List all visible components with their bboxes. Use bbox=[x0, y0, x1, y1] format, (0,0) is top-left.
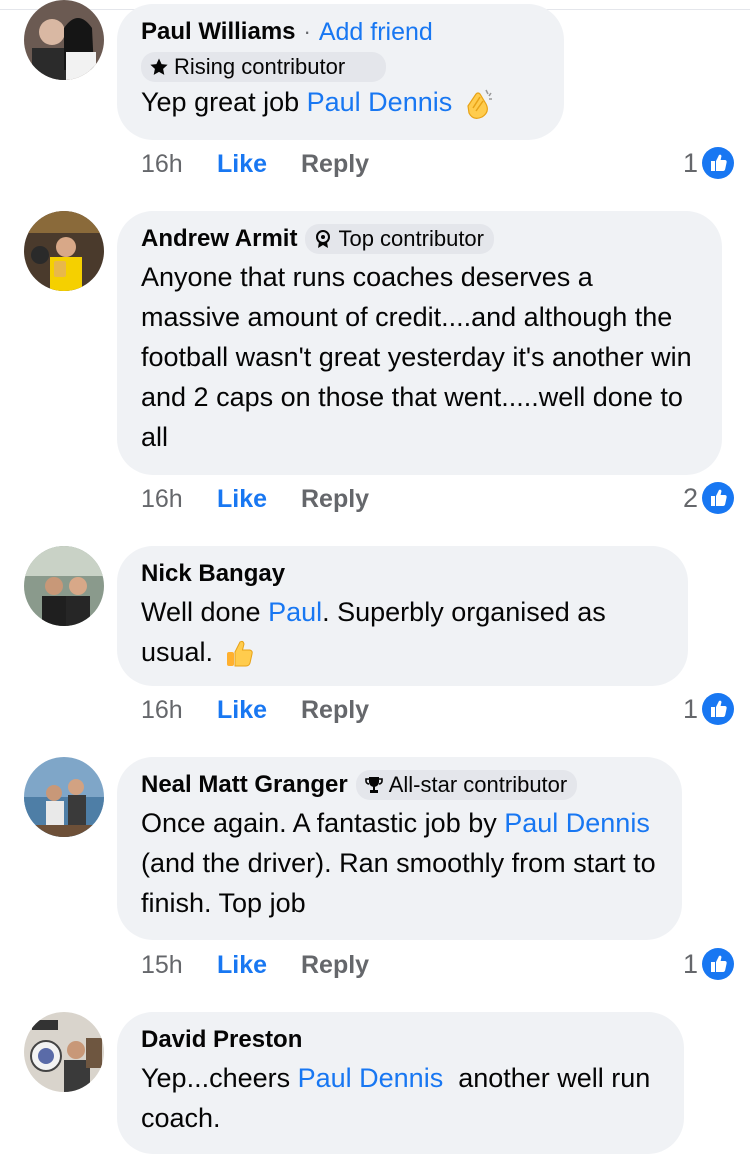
author-name[interactable]: Andrew Armit bbox=[141, 225, 297, 253]
reaction-count: 1 bbox=[682, 693, 698, 724]
clapping-hands-emoji bbox=[460, 86, 496, 122]
reply-button[interactable]: Reply bbox=[301, 696, 369, 725]
badge-label: All-star contributor bbox=[388, 772, 568, 797]
like-button[interactable]: Like bbox=[217, 951, 301, 980]
reaction-summary[interactable]: 2 bbox=[683, 482, 734, 514]
reply-button[interactable]: Reply bbox=[301, 150, 369, 179]
comment-actions: 16h Like Reply bbox=[141, 150, 369, 179]
comment-text: Yep great job Paul Dennis bbox=[141, 82, 540, 122]
author-name[interactable]: Paul Williams bbox=[141, 18, 296, 46]
avatar[interactable] bbox=[24, 0, 104, 80]
author-name[interactable]: Nick Bangay bbox=[141, 560, 285, 588]
like-reaction-icon bbox=[702, 147, 734, 179]
separator-dot: · bbox=[303, 19, 311, 44]
award-icon bbox=[316, 230, 331, 248]
comment-actions: 15h Like Reply bbox=[141, 951, 369, 980]
avatar[interactable] bbox=[24, 1012, 104, 1092]
comment-bubble: Nick Bangay Well done Paul. Superbly org… bbox=[117, 546, 688, 686]
timestamp[interactable]: 16h bbox=[141, 150, 217, 179]
badge-label: Top contributor bbox=[338, 226, 484, 251]
contributor-badge: Top contributor bbox=[305, 224, 494, 254]
avatar[interactable] bbox=[24, 211, 104, 291]
mention-link[interactable]: Paul bbox=[268, 597, 322, 627]
contributor-badge: Rising contributor bbox=[141, 52, 386, 82]
reaction-summary[interactable]: 1 bbox=[683, 147, 734, 179]
timestamp[interactable]: 16h bbox=[141, 485, 217, 514]
author-name[interactable]: Neal Matt Granger bbox=[141, 771, 348, 799]
avatar[interactable] bbox=[24, 757, 104, 837]
comment-actions: 16h Like Reply bbox=[141, 696, 369, 725]
like-button[interactable]: Like bbox=[217, 150, 301, 179]
add-friend-link[interactable]: Add friend bbox=[319, 18, 433, 47]
comment-actions: 16h Like Reply bbox=[141, 485, 369, 514]
author-name[interactable]: David Preston bbox=[141, 1026, 302, 1054]
badge-label: Rising contributor bbox=[174, 54, 346, 79]
timestamp[interactable]: 16h bbox=[141, 696, 217, 725]
mention-link[interactable]: Paul Dennis bbox=[298, 1063, 444, 1093]
reaction-count: 1 bbox=[682, 948, 698, 979]
reaction-count: 1 bbox=[682, 147, 698, 178]
comment-bubble: Andrew Armit Top contributor Anyone that… bbox=[117, 211, 722, 475]
comment-text: Anyone that runs coaches deserves a mass… bbox=[141, 262, 692, 452]
reaction-summary[interactable]: 1 bbox=[683, 693, 734, 725]
comment-text: Yep...cheers Paul Dennis another well ru… bbox=[141, 1063, 658, 1133]
trophy-icon bbox=[364, 777, 383, 793]
like-button[interactable]: Like bbox=[217, 696, 301, 725]
like-reaction-icon bbox=[702, 482, 734, 514]
comment-bubble: David Preston Yep...cheers Paul Dennis a… bbox=[117, 1012, 684, 1154]
timestamp[interactable]: 15h bbox=[141, 951, 217, 980]
mention-link[interactable]: Paul Dennis bbox=[307, 87, 453, 117]
contributor-badge: All-star contributor bbox=[355, 770, 578, 800]
reaction-summary[interactable]: 1 bbox=[683, 948, 734, 980]
reply-button[interactable]: Reply bbox=[301, 951, 369, 980]
comment-text: Well done Paul. Superbly organised as us… bbox=[141, 592, 664, 672]
like-reaction-icon bbox=[702, 693, 734, 725]
comment-bubble: Paul Williams · Add friend Rising contri… bbox=[117, 4, 564, 140]
like-button[interactable]: Like bbox=[217, 485, 301, 514]
like-reaction-icon bbox=[702, 948, 734, 980]
comment-text: Once again. A fantastic job by Paul Denn… bbox=[141, 808, 656, 918]
comment-bubble: Neal Matt Granger All-star contributor O… bbox=[117, 757, 682, 940]
star-icon bbox=[150, 58, 168, 75]
thumbs-up-emoji bbox=[221, 636, 257, 672]
reaction-count: 2 bbox=[682, 482, 698, 513]
avatar[interactable] bbox=[24, 546, 104, 626]
reply-button[interactable]: Reply bbox=[301, 485, 369, 514]
mention-link[interactable]: Paul Dennis bbox=[504, 808, 650, 838]
